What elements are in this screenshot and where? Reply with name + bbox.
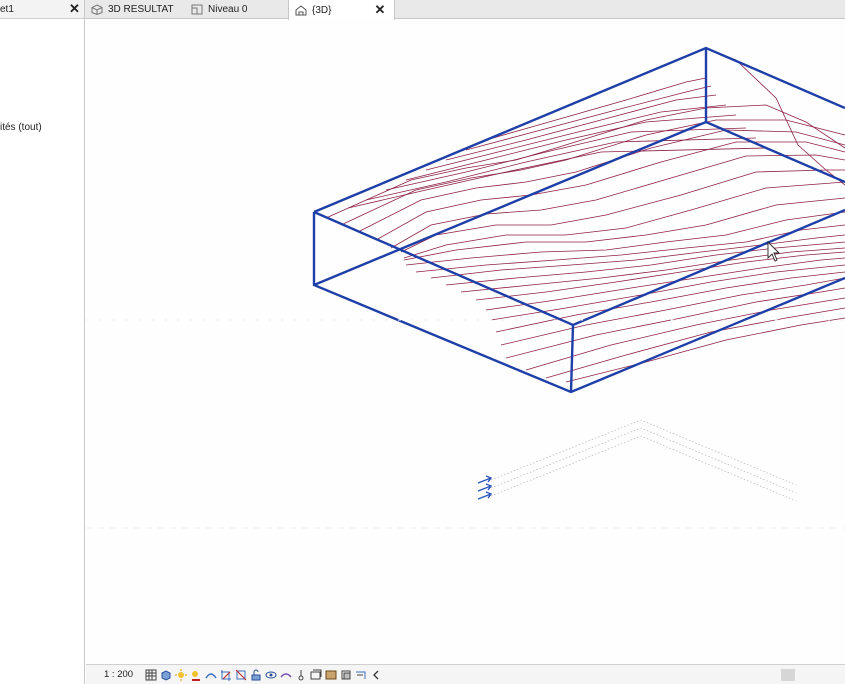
sun-path-icon[interactable] [174, 668, 187, 681]
floor-plan-icon [191, 4, 203, 15]
shadows-icon[interactable] [189, 668, 202, 681]
visual-style-icon[interactable] [159, 668, 172, 681]
unlock-3d-view-icon[interactable] [249, 668, 262, 681]
properties-panel: et1 ✕ ités (tout) [0, 0, 85, 684]
tab-label: Niveau 0 [208, 4, 248, 15]
rendering-icon[interactable] [204, 668, 217, 681]
close-icon[interactable]: ✕ [374, 2, 385, 18]
view-tab-bar: 3D RESULTAT Niveau 0 {3D} ✕ [85, 0, 845, 20]
tab-label: 3D RESULTAT [108, 4, 174, 15]
hidden-linework [490, 419, 797, 502]
tab-niveau-0[interactable]: Niveau 0 [185, 0, 253, 19]
tab-3d[interactable]: {3D} ✕ [288, 0, 395, 20]
detail-level-icon[interactable] [144, 668, 157, 681]
expand-arrow-icon[interactable] [354, 668, 367, 681]
analytical-model-icon[interactable] [324, 668, 337, 681]
worksharing-icon[interactable] [309, 668, 322, 681]
crop-view-icon[interactable] [219, 668, 232, 681]
close-icon[interactable]: ✕ [69, 1, 80, 17]
revit-window: et1 ✕ ités (tout) 3D RESULTAT Niveau 0 {… [0, 0, 845, 684]
view-scale[interactable]: 1 : 200 [104, 669, 144, 680]
highlight-displacement-icon[interactable] [339, 668, 352, 681]
horizontal-scrollbar-thumb[interactable] [781, 669, 795, 681]
show-crop-region-icon[interactable] [234, 668, 247, 681]
3d-house-icon [295, 4, 307, 16]
temporary-properties-icon[interactable] [294, 668, 307, 681]
tab-3d-resultat[interactable]: 3D RESULTAT [85, 0, 180, 19]
temporary-hide-icon[interactable] [264, 668, 277, 681]
3d-view-icon [91, 4, 103, 15]
background-guides [86, 319, 845, 529]
reveal-hidden-icon[interactable] [279, 668, 292, 681]
topography-surface[interactable] [313, 47, 845, 383]
properties-tab[interactable]: et1 ✕ [0, 0, 84, 19]
chevron-left-icon[interactable] [369, 668, 382, 681]
elevation-markers[interactable] [477, 475, 493, 500]
property-visibility-text[interactable]: ités (tout) [0, 122, 42, 133]
properties-tab-label: et1 [0, 4, 14, 15]
3d-view-canvas[interactable] [86, 20, 845, 664]
tab-label: {3D} [312, 4, 332, 16]
view-control-bar: 1 : 200 [86, 664, 845, 684]
